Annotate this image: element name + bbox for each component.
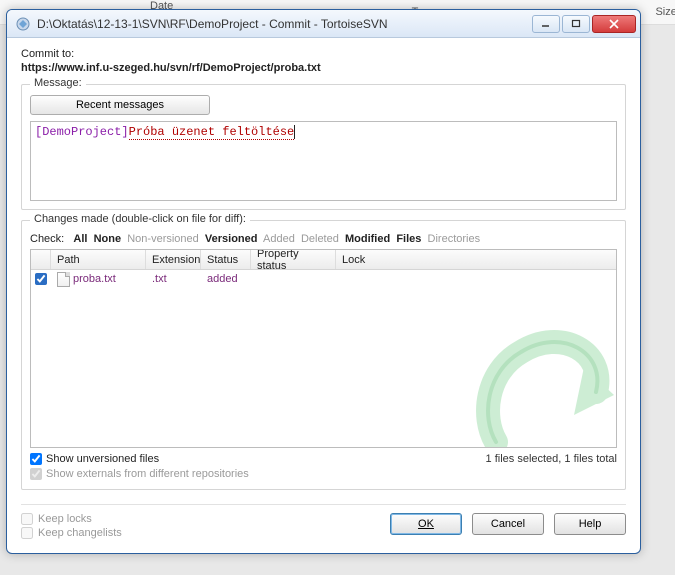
minimize-button[interactable] — [532, 15, 560, 33]
commit-to-label: Commit to: — [21, 48, 626, 60]
col-lock[interactable]: Lock — [336, 250, 616, 269]
row-checkbox[interactable] — [35, 273, 47, 285]
message-group-label: Message: — [30, 77, 86, 89]
row-path: proba.txt — [73, 273, 116, 285]
filter-nonversioned[interactable]: Non-versioned — [127, 233, 199, 245]
commit-url: https://www.inf.u-szeged.hu/svn/rf/DemoP… — [21, 62, 626, 74]
show-externals-checkbox: Show externals from different repositori… — [30, 468, 249, 480]
filter-directories[interactable]: Directories — [428, 233, 481, 245]
title-text: D:\Oktatás\12-13-1\SVN\RF\DemoProject - … — [37, 17, 532, 31]
col-extension[interactable]: Extension — [146, 250, 201, 269]
selection-status: 1 files selected, 1 files total — [486, 453, 617, 465]
help-button[interactable]: Help — [554, 513, 626, 535]
changes-group-label: Changes made (double-click on file for d… — [30, 213, 250, 225]
file-icon — [57, 272, 70, 287]
col-size: Size — [655, 6, 675, 18]
col-path[interactable]: Path — [51, 250, 146, 269]
col-checkbox[interactable] — [31, 250, 51, 269]
file-list[interactable]: Path Extension Status Property status Lo… — [30, 249, 617, 448]
filter-versioned[interactable]: Versioned — [205, 233, 258, 245]
titlebar[interactable]: D:\Oktatás\12-13-1\SVN\RF\DemoProject - … — [7, 10, 640, 38]
tortoise-arrow-icon — [466, 317, 616, 448]
col-status[interactable]: Status — [201, 250, 251, 269]
filter-row: Check: All None Non-versioned Versioned … — [30, 233, 617, 245]
cancel-button[interactable]: Cancel — [472, 513, 544, 535]
app-icon — [15, 16, 31, 32]
filter-none[interactable]: None — [94, 233, 122, 245]
check-label: Check: — [30, 233, 64, 245]
row-ext: .txt — [146, 273, 201, 285]
filter-modified[interactable]: Modified — [345, 233, 390, 245]
close-button[interactable] — [592, 15, 636, 33]
col-propstatus[interactable]: Property status — [251, 250, 336, 269]
message-group: Message: Recent messages [DemoProject]Pr… — [21, 84, 626, 210]
row-status: added — [201, 273, 251, 285]
recent-messages-button[interactable]: Recent messages — [30, 95, 210, 115]
filter-deleted[interactable]: Deleted — [301, 233, 339, 245]
filter-added[interactable]: Added — [263, 233, 295, 245]
commit-dialog: D:\Oktatás\12-13-1\SVN\RF\DemoProject - … — [6, 9, 641, 554]
keep-locks-checkbox: Keep locks — [21, 513, 122, 525]
show-unversioned-checkbox[interactable]: Show unversioned files — [30, 453, 159, 465]
changes-group: Changes made (double-click on file for d… — [21, 220, 626, 490]
commit-message-input[interactable]: [DemoProject]Próba üzenet feltöltése — [30, 121, 617, 201]
filter-all[interactable]: All — [73, 233, 87, 245]
table-row[interactable]: proba.txt .txt added — [31, 270, 616, 288]
keep-changelists-checkbox: Keep changelists — [21, 527, 122, 539]
maximize-button[interactable] — [562, 15, 590, 33]
ok-button[interactable]: OK — [390, 513, 462, 535]
filter-files[interactable]: Files — [396, 233, 421, 245]
file-list-header[interactable]: Path Extension Status Property status Lo… — [31, 250, 616, 270]
